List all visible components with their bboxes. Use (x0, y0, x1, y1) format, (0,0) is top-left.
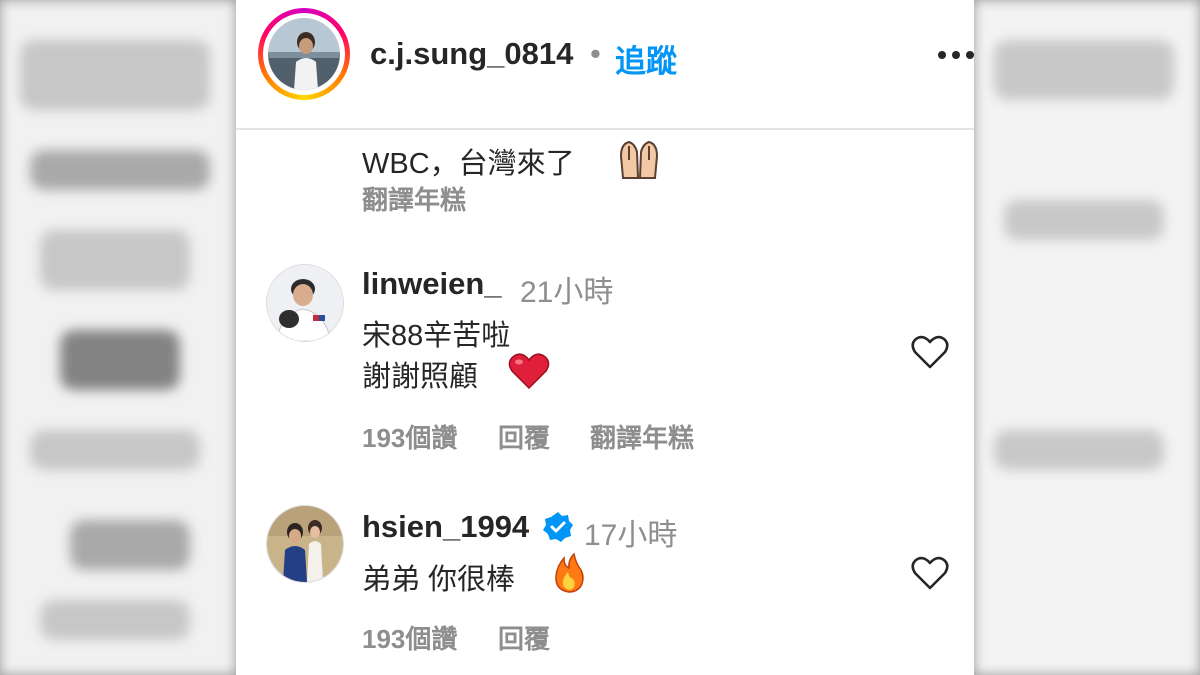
comments-panel: c.j.sung_0814 • 追蹤 WBC，台灣來了 翻譯年糕 linweie… (236, 0, 974, 675)
comment-username[interactable]: linweien_ (362, 266, 502, 302)
comment-text-line: 謝謝照顧 (362, 361, 479, 393)
separator-dot: • (590, 36, 601, 71)
likes-count[interactable]: 193個讚 (362, 418, 457, 455)
verified-badge-icon (542, 511, 574, 543)
like-heart-icon[interactable] (910, 334, 950, 370)
reply-button[interactable]: 回覆 (498, 418, 550, 455)
comment-avatar[interactable] (266, 505, 344, 583)
avatar (268, 18, 340, 90)
like-heart-icon[interactable] (910, 555, 950, 591)
reply-button[interactable]: 回覆 (498, 619, 550, 656)
blurred-backdrop-left (0, 0, 236, 675)
comment-text-line: 弟弟 你很棒 (362, 564, 516, 596)
red-heart-icon (508, 352, 550, 390)
comment-time: 21小時 (520, 276, 614, 309)
follow-button[interactable]: 追蹤 (615, 36, 677, 81)
comment-username[interactable]: hsien_1994 (362, 509, 529, 545)
comment-text-line: 宋88辛苦啦 (362, 320, 511, 352)
caption-text: WBC，台灣來了 (362, 148, 575, 180)
pray-icon (617, 138, 661, 180)
likes-count[interactable]: 193個讚 (362, 619, 457, 656)
post-username[interactable]: c.j.sung_0814 (370, 36, 573, 72)
translate-caption-link[interactable]: 翻譯年糕 (362, 180, 466, 217)
fire-icon (552, 552, 586, 594)
blurred-backdrop-right (974, 0, 1200, 675)
comment-avatar[interactable] (266, 264, 344, 342)
translate-comment-link[interactable]: 翻譯年糕 (590, 418, 694, 455)
comment-time: 17小時 (584, 519, 678, 552)
post-header: c.j.sung_0814 • 追蹤 (236, 0, 974, 130)
more-horizontal-icon[interactable] (936, 38, 974, 78)
story-ring[interactable] (258, 8, 350, 100)
